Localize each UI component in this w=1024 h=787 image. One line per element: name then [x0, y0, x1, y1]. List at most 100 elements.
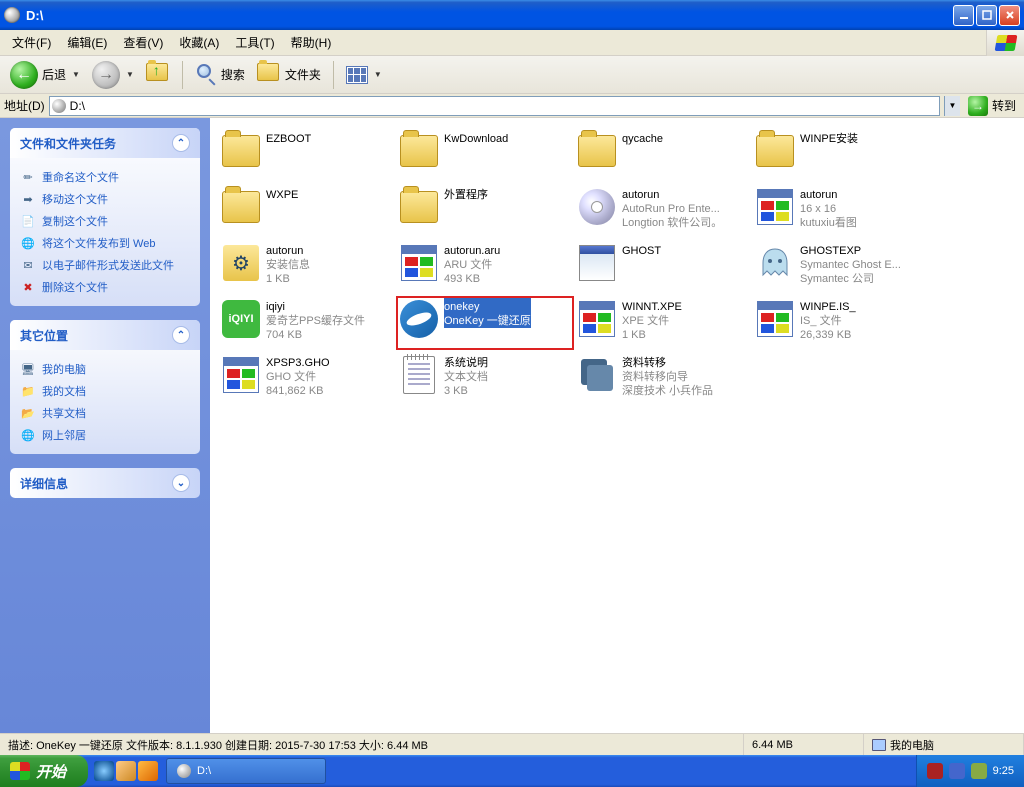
menu-edit[interactable]: 编辑(E) [59, 31, 115, 54]
sidebar-item-computer[interactable]: 🖥我的电脑 [20, 358, 190, 380]
back-button[interactable]: ← 后退 ▼ [6, 59, 84, 91]
collapse-icon[interactable]: ⌃ [172, 326, 190, 344]
sidebar-item-label: 移动这个文件 [42, 191, 108, 207]
file-item[interactable]: 系统说明文本文档3 KB [396, 352, 574, 406]
address-field[interactable]: D:\ [49, 96, 940, 116]
file-label: 外置程序 [444, 186, 488, 202]
apphdr-icon [576, 298, 618, 340]
go-button[interactable]: → 转到 [964, 96, 1020, 116]
docs-icon: 📁 [20, 383, 36, 399]
search-label: 搜索 [221, 66, 245, 83]
file-item[interactable]: WINNT.XPEXPE 文件1 KB [574, 296, 752, 350]
statusbar: 描述: OneKey 一键还原 文件版本: 8.1.1.930 创建日期: 20… [0, 733, 1024, 755]
file-item[interactable]: KwDownload [396, 128, 574, 182]
tray-icon[interactable] [949, 763, 965, 779]
computer-icon: 🖥 [20, 361, 36, 377]
file-item[interactable]: autorun安装信息1 KB [218, 240, 396, 294]
close-button[interactable] [999, 5, 1020, 26]
apphdr-icon [398, 242, 440, 284]
sidebar-item-web[interactable]: 🌐将这个文件发布到 Web [20, 232, 190, 254]
folder-icon [220, 186, 262, 228]
sidebar-item-label: 重命名这个文件 [42, 169, 119, 185]
file-item[interactable]: autorun16 x 16kutuxiu看图 [752, 184, 930, 238]
menu-help[interactable]: 帮助(H) [283, 31, 340, 54]
menu-file[interactable]: 文件(F) [4, 31, 59, 54]
sidebar-item-move[interactable]: ➡移动这个文件 [20, 188, 190, 210]
file-item[interactable]: WINPE安装 [752, 128, 930, 182]
taskbar-item[interactable]: D:\ [166, 758, 326, 784]
gear-icon [220, 242, 262, 284]
file-item[interactable]: autorun.aruARU 文件493 KB [396, 240, 574, 294]
other-header[interactable]: 其它位置 ⌃ [10, 320, 200, 350]
file-item[interactable]: WXPE [218, 184, 396, 238]
sidebar-item-docs[interactable]: 📁我的文档 [20, 380, 190, 402]
rename-icon: ✏ [20, 169, 36, 185]
tasks-header[interactable]: 文件和文件夹任务 ⌃ [10, 128, 200, 158]
start-button[interactable]: 开始 [0, 755, 88, 787]
drive-icon [177, 764, 191, 778]
computer-icon [872, 739, 886, 751]
ql-icon[interactable] [138, 761, 158, 781]
file-item[interactable]: 资料转移资料转移向导深度技术 小兵作品 [574, 352, 752, 406]
file-item[interactable]: GHOST [574, 240, 752, 294]
file-item[interactable]: 外置程序 [396, 184, 574, 238]
folder-icon [398, 186, 440, 228]
tray-icon[interactable] [927, 763, 943, 779]
sidebar: 文件和文件夹任务 ⌃ ✏ 重命名这个文件 ➡移动这个文件📄复制这个文件🌐将这个文件发… [0, 118, 210, 733]
system-tray: 9:25 [916, 755, 1024, 787]
details-title: 详细信息 [20, 475, 68, 492]
titlebar: D:\ [0, 0, 1024, 30]
sidebar-item-label: 将这个文件发布到 Web [42, 235, 155, 251]
expand-icon[interactable]: ⌄ [172, 474, 190, 492]
file-label: WINNT.XPEXPE 文件1 KB [622, 298, 682, 342]
search-icon [195, 64, 217, 86]
file-item[interactable]: XPSP3.GHOGHO 文件841,862 KB [218, 352, 396, 406]
onekey-icon [398, 298, 440, 340]
folder-icon [220, 130, 262, 172]
tray-icon[interactable] [971, 763, 987, 779]
details-header[interactable]: 详细信息 ⌄ [10, 468, 200, 498]
search-button[interactable]: 搜索 [191, 62, 249, 88]
folders-button[interactable]: 文件夹 [253, 61, 325, 89]
minimize-button[interactable] [953, 5, 974, 26]
file-item[interactable]: WINPE.IS_IS_ 文件26,339 KB [752, 296, 930, 350]
folder-icon [257, 63, 279, 81]
file-pane[interactable]: EZBOOT KwDownloadqycacheWINPE安装 WXPE 外置程序 au… [210, 118, 1024, 733]
views-button[interactable]: ▼ [342, 64, 386, 86]
file-label: EZBOOT [266, 130, 311, 146]
menu-view[interactable]: 查看(V) [115, 31, 171, 54]
tasks-panel: 文件和文件夹任务 ⌃ ✏ 重命名这个文件 ➡移动这个文件📄复制这个文件🌐将这个文件发… [10, 128, 200, 306]
dropdown-icon[interactable]: ▼ [72, 70, 80, 79]
sidebar-item-delete[interactable]: ✖删除这个文件 [20, 276, 190, 298]
sidebar-item-mail[interactable]: ✉以电子邮件形式发送此文件 [20, 254, 190, 276]
file-item[interactable]: iQIYIiqiyi爱奇艺PPS缓存文件704 KB [218, 296, 396, 350]
file-label: GHOST [622, 242, 661, 258]
dropdown-icon[interactable]: ▼ [126, 70, 134, 79]
dropdown-icon[interactable]: ▼ [374, 70, 382, 79]
ie-icon[interactable] [94, 761, 114, 781]
sidebar-item-copy[interactable]: 📄复制这个文件 [20, 210, 190, 232]
ql-icon[interactable] [116, 761, 136, 781]
go-label: 转到 [992, 97, 1016, 114]
forward-button[interactable]: → ▼ [88, 59, 138, 91]
collapse-icon[interactable]: ⌃ [172, 134, 190, 152]
drive-icon [52, 99, 66, 113]
sidebar-item-rename[interactable]: ✏ 重命名这个文件 [20, 166, 190, 188]
file-item[interactable]: onekeyOneKey 一键还原 [396, 296, 574, 350]
windows-flag-icon[interactable] [986, 30, 1024, 56]
sidebar-item-label: 以电子邮件形式发送此文件 [42, 257, 174, 273]
file-item[interactable]: qycache [574, 128, 752, 182]
address-dropdown[interactable]: ▼ [944, 96, 960, 116]
address-label: 地址(D) [4, 97, 45, 114]
file-label: GHOSTEXPSymantec Ghost E...Symantec 公司 [800, 242, 901, 286]
sidebar-item-network[interactable]: 🌐网上邻居 [20, 424, 190, 446]
sidebar-item-shared[interactable]: 📂共享文档 [20, 402, 190, 424]
views-icon [346, 66, 368, 84]
file-item[interactable]: autorunAutoRun Pro Ente...Longtion 软件公司。 [574, 184, 752, 238]
file-item[interactable]: GHOSTEXPSymantec Ghost E...Symantec 公司 [752, 240, 930, 294]
file-item[interactable]: EZBOOT [218, 128, 396, 182]
up-button[interactable]: ↑ [142, 61, 174, 89]
menu-favorites[interactable]: 收藏(A) [171, 31, 227, 54]
maximize-button[interactable] [976, 5, 997, 26]
menu-tools[interactable]: 工具(T) [227, 31, 282, 54]
